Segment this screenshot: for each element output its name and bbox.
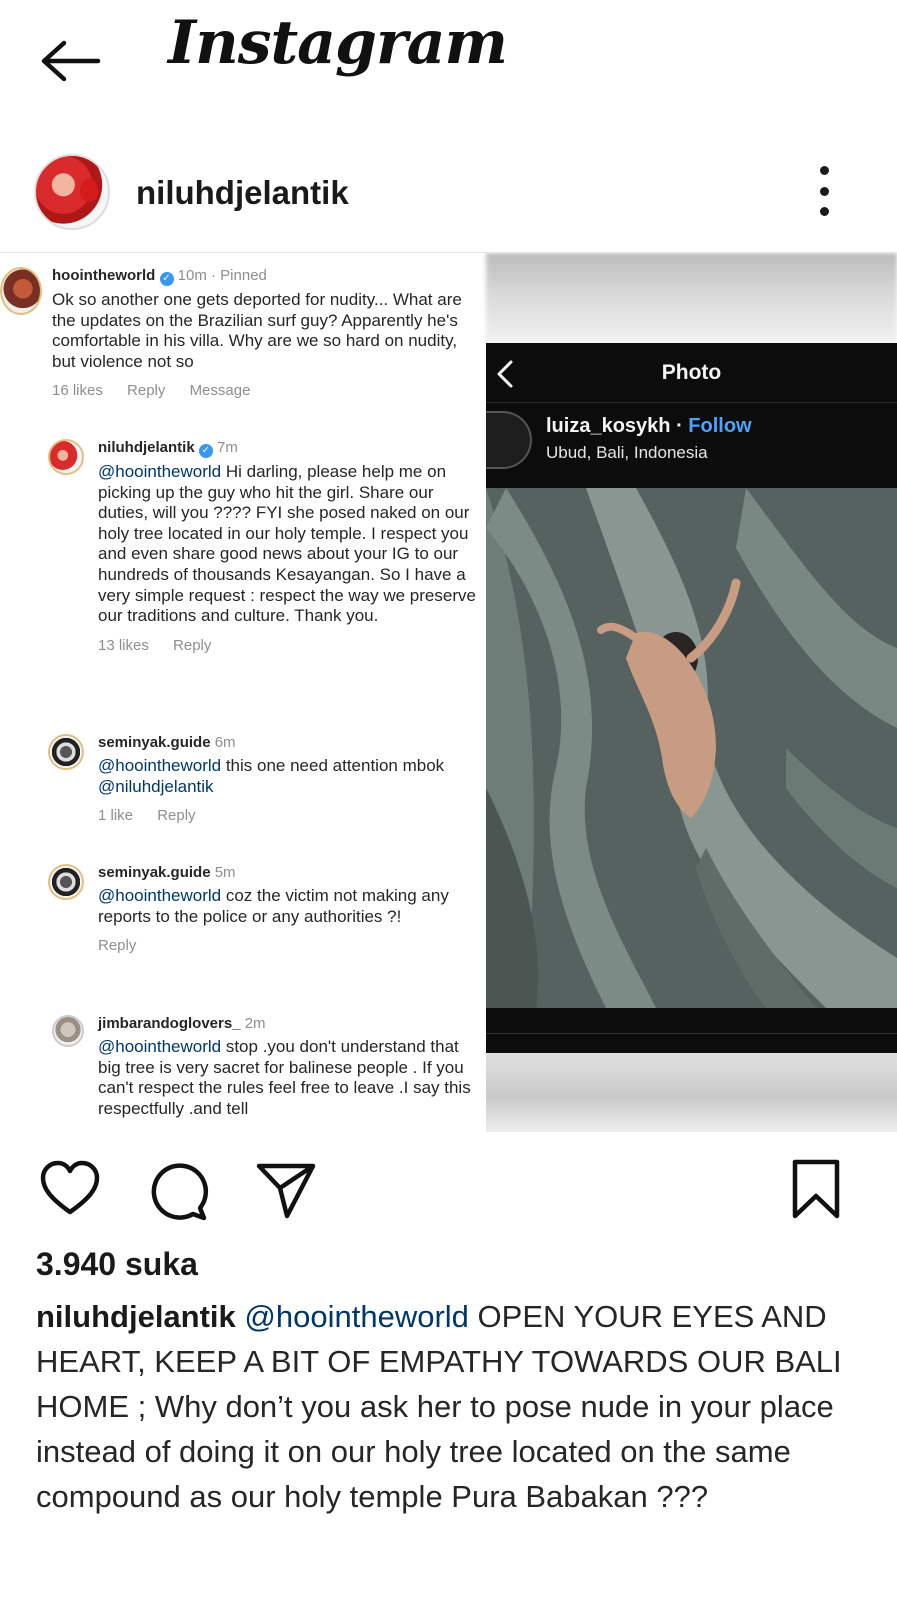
top-bar: Instagram xyxy=(0,0,897,135)
comment-likes[interactable]: 16 likes xyxy=(52,382,103,399)
divider xyxy=(486,1033,897,1034)
comment-username[interactable]: niluhdjelantik xyxy=(98,439,195,456)
comment-meta: 2m xyxy=(244,1015,266,1032)
post-username[interactable]: niluhdjelantik xyxy=(136,174,349,212)
caption-username[interactable]: niluhdjelantik xyxy=(36,1299,236,1334)
comment-meta: 5m xyxy=(214,864,236,881)
photo-location[interactable]: Ubud, Bali, Indonesia xyxy=(546,443,708,463)
avatar[interactable] xyxy=(486,411,532,469)
comment-text: @hoointheworld this one need attention m… xyxy=(98,756,445,796)
comment-text: @hoointheworld coz the victim not making… xyxy=(98,886,449,926)
verified-badge-icon: ✓ xyxy=(198,444,213,458)
comment-username[interactable]: seminyak.guide xyxy=(98,734,211,751)
comment-username[interactable]: seminyak.guide xyxy=(98,864,211,881)
blurred-area xyxy=(486,253,897,343)
post-caption: niluhdjelantik @hoointheworld OPEN YOUR … xyxy=(36,1294,866,1519)
more-options-icon[interactable] xyxy=(812,166,836,216)
comment-actions: 16 likes Reply Message xyxy=(52,382,472,399)
mention-link[interactable]: @niluhdjelantik xyxy=(98,777,214,796)
avatar xyxy=(48,864,84,900)
avatar xyxy=(0,267,42,315)
embedded-photo-screenshot: Photo luiza_kosykh · Follow Ubud, Bali, … xyxy=(486,253,897,1132)
mention-link[interactable]: @hoointheworld xyxy=(244,1299,469,1334)
comment-actions: Reply xyxy=(98,937,482,954)
comment-text: Ok so another one gets deported for nudi… xyxy=(52,290,462,371)
photo-username-row: luiza_kosykh · Follow xyxy=(546,415,752,437)
photo-username[interactable]: luiza_kosykh xyxy=(546,415,671,437)
avatar xyxy=(52,1015,84,1047)
comment-meta: 6m xyxy=(214,734,236,751)
photo-title: Photo xyxy=(661,361,722,384)
instagram-logo: Instagram xyxy=(168,8,508,78)
reply-button[interactable]: Reply xyxy=(127,382,165,399)
likes-count[interactable]: 3.940 suka xyxy=(36,1246,198,1283)
mention-link[interactable]: @hoointheworld xyxy=(98,756,221,775)
photo-user-row: luiza_kosykh · Follow Ubud, Bali, Indone… xyxy=(486,405,897,485)
follow-button[interactable]: Follow xyxy=(688,415,751,437)
verified-badge-icon: ✓ xyxy=(159,272,174,286)
post-action-bar xyxy=(0,1150,897,1230)
comment-username[interactable]: hoointheworld xyxy=(52,267,155,284)
comments-screenshot: hoointheworld ✓ 10m · Pinned Ok so anoth… xyxy=(0,253,486,1132)
message-button[interactable]: Message xyxy=(190,382,251,399)
comment-likes[interactable]: 13 likes xyxy=(98,637,149,654)
avatar xyxy=(48,439,84,475)
comment-icon[interactable] xyxy=(146,1158,210,1222)
comment-meta: 7m xyxy=(217,439,238,456)
back-arrow-icon[interactable] xyxy=(38,36,102,86)
comment-actions: 1 like Reply xyxy=(98,807,482,824)
tree-photo xyxy=(486,488,897,1008)
blurred-area xyxy=(486,1053,897,1132)
post-image[interactable]: hoointheworld ✓ 10m · Pinned Ok so anoth… xyxy=(0,252,897,1132)
comment-likes[interactable]: 1 like xyxy=(98,807,133,824)
reply-button[interactable]: Reply xyxy=(157,807,195,824)
mention-link[interactable]: @hoointheworld xyxy=(98,886,221,905)
photo-viewer: Photo luiza_kosykh · Follow Ubud, Bali, … xyxy=(486,343,897,1053)
comment-text: @hoointheworld stop .you don't understan… xyxy=(98,1037,471,1118)
mention-link[interactable]: @hoointheworld xyxy=(98,1037,221,1056)
avatar xyxy=(48,734,84,770)
comment-text: @hoointheworld Hi darling, please help m… xyxy=(98,462,476,626)
comment-meta: 10m · Pinned xyxy=(177,267,267,284)
comment-actions: 13 likes Reply xyxy=(98,637,482,654)
reply-button[interactable]: Reply xyxy=(98,937,136,954)
tree-roots-image xyxy=(486,488,897,1008)
avatar[interactable] xyxy=(34,154,110,230)
bookmark-icon[interactable] xyxy=(784,1158,848,1222)
comment-username[interactable]: jimbarandoglovers_ xyxy=(98,1015,241,1032)
send-icon[interactable] xyxy=(254,1158,318,1222)
photo-top-bar: Photo xyxy=(486,343,897,403)
heart-icon[interactable] xyxy=(38,1158,102,1222)
mention-link[interactable]: @hoointheworld xyxy=(98,462,221,481)
reply-button[interactable]: Reply xyxy=(173,637,211,654)
post-header: niluhdjelantik xyxy=(0,140,897,250)
